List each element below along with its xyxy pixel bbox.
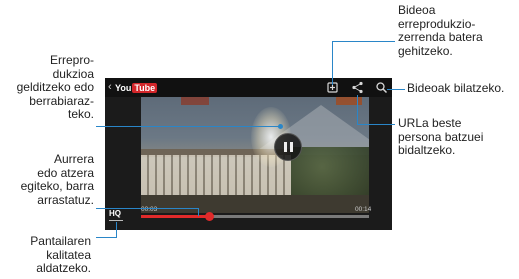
chevron-left-icon[interactable]: ‹ (108, 81, 112, 93)
share-icon[interactable] (351, 81, 364, 94)
callout-pause-line-4: berrabiaraz- (29, 93, 94, 108)
pause-button[interactable] (274, 133, 302, 161)
leader-line-quality (96, 237, 116, 238)
leader-line-seek (96, 208, 198, 209)
callout-quality-line-1: Pantailaren (30, 234, 91, 248)
callout-playlist: Bideoa erreprodukzio- zerrenda batera ge… (398, 3, 483, 58)
video-frame[interactable] (141, 97, 369, 213)
seek-bar-thumb[interactable] (205, 212, 215, 221)
video-scene-paraglider-left (181, 97, 209, 105)
callout-pause-line-1: Errepro- (49, 53, 94, 67)
callout-seek: Aurrera edo atzera egiteko, barra arrast… (20, 152, 94, 207)
leader-line-pause (96, 126, 280, 127)
callout-search-line-1: Bideoak bilatzeko. (407, 81, 505, 95)
callout-playlist-line-2: erreprodukzio- (398, 16, 476, 31)
leader-line-share (357, 124, 395, 125)
callout-playlist-line-4: gehitzeko. (398, 43, 453, 58)
callout-share-line-1: URLa beste (398, 116, 462, 130)
player-top-bar: ‹ You Tube (105, 78, 392, 97)
callout-quality-line-2: kalitatea (46, 247, 91, 262)
callout-quality-line-3: aldatzeko. (36, 261, 91, 275)
callout-share-line-3: bidaltzeko. (398, 143, 456, 157)
quality-button[interactable]: HQ (109, 209, 121, 218)
callout-playlist-line-3: zerrenda batera (398, 30, 483, 44)
leader-line-seek-vertical (198, 208, 199, 216)
callout-search: Bideoak bilatzeko. (407, 81, 505, 96)
manual-page: Errepro- dukzioa gelditzeko edo berrabia… (0, 0, 519, 279)
leader-line-playlist (332, 41, 395, 42)
seek-bar[interactable] (141, 212, 369, 221)
time-total: 00:14 (355, 206, 372, 213)
leader-line-quality-vertical (116, 222, 117, 238)
callout-seek-line-4: arrastatuz. (37, 192, 94, 207)
leader-dot-pause (278, 124, 283, 129)
callout-share-line-2: persona batzuei (398, 129, 484, 144)
callout-share: URLa beste persona batzuei bidaltzeko. (398, 116, 484, 158)
seek-bar-progress (141, 215, 210, 218)
youtube-logo[interactable]: You Tube (115, 82, 158, 93)
video-scene-trees (291, 147, 369, 197)
callout-seek-line-2: edo atzera (37, 165, 94, 180)
callout-pause: Errepro- dukzioa gelditzeko edo berrabia… (16, 53, 94, 122)
callout-pause-line-5: teko. (67, 107, 94, 121)
callout-seek-line-3: egiteko, barra (20, 179, 94, 193)
leader-line-search (387, 89, 405, 90)
search-icon[interactable] (375, 81, 388, 94)
callout-pause-line-3: gelditzeko edo (16, 80, 94, 94)
quality-indicator (109, 220, 123, 221)
video-scene-ground (141, 195, 369, 213)
video-scene-paraglider-right (336, 97, 362, 105)
youtube-logo-you: You (115, 82, 132, 93)
leader-line-playlist-vertical (332, 41, 333, 85)
callout-pause-line-2: dukzioa (52, 66, 94, 81)
youtube-logo-tube: Tube (132, 82, 158, 93)
callout-seek-line-1: Aurrera (53, 152, 94, 166)
callout-playlist-line-1: Bideoa (398, 3, 436, 17)
leader-line-share-vertical (357, 95, 358, 124)
callout-quality: Pantailaren kalitatea aldatzeko. (30, 234, 91, 276)
